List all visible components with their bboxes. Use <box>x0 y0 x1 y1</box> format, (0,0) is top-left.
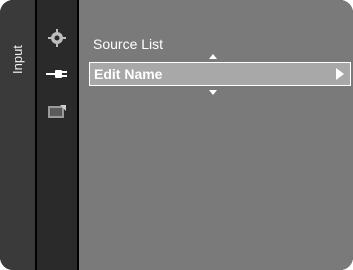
menu-item-source-list[interactable]: Source List <box>89 32 351 56</box>
submenu-panel: Source List Edit Name <box>79 0 353 270</box>
tv-menu-screen: Input Source List Edit Name <box>0 0 353 270</box>
menu-item-edit-name[interactable]: Edit Name <box>89 62 351 86</box>
input-plug-icon[interactable] <box>37 58 77 90</box>
menu-item-label: Edit Name <box>94 66 163 82</box>
chevron-right-icon <box>336 68 344 80</box>
category-tab-label: Input <box>10 45 25 75</box>
scroll-up-indicator <box>209 54 217 59</box>
scroll-down-indicator <box>209 90 217 95</box>
category-tab[interactable]: Input <box>0 0 35 270</box>
media-card-icon[interactable] <box>37 96 77 128</box>
picture-settings-icon[interactable] <box>37 22 77 54</box>
menu-item-label: Source List <box>93 36 164 52</box>
category-icon-bar <box>37 0 77 270</box>
